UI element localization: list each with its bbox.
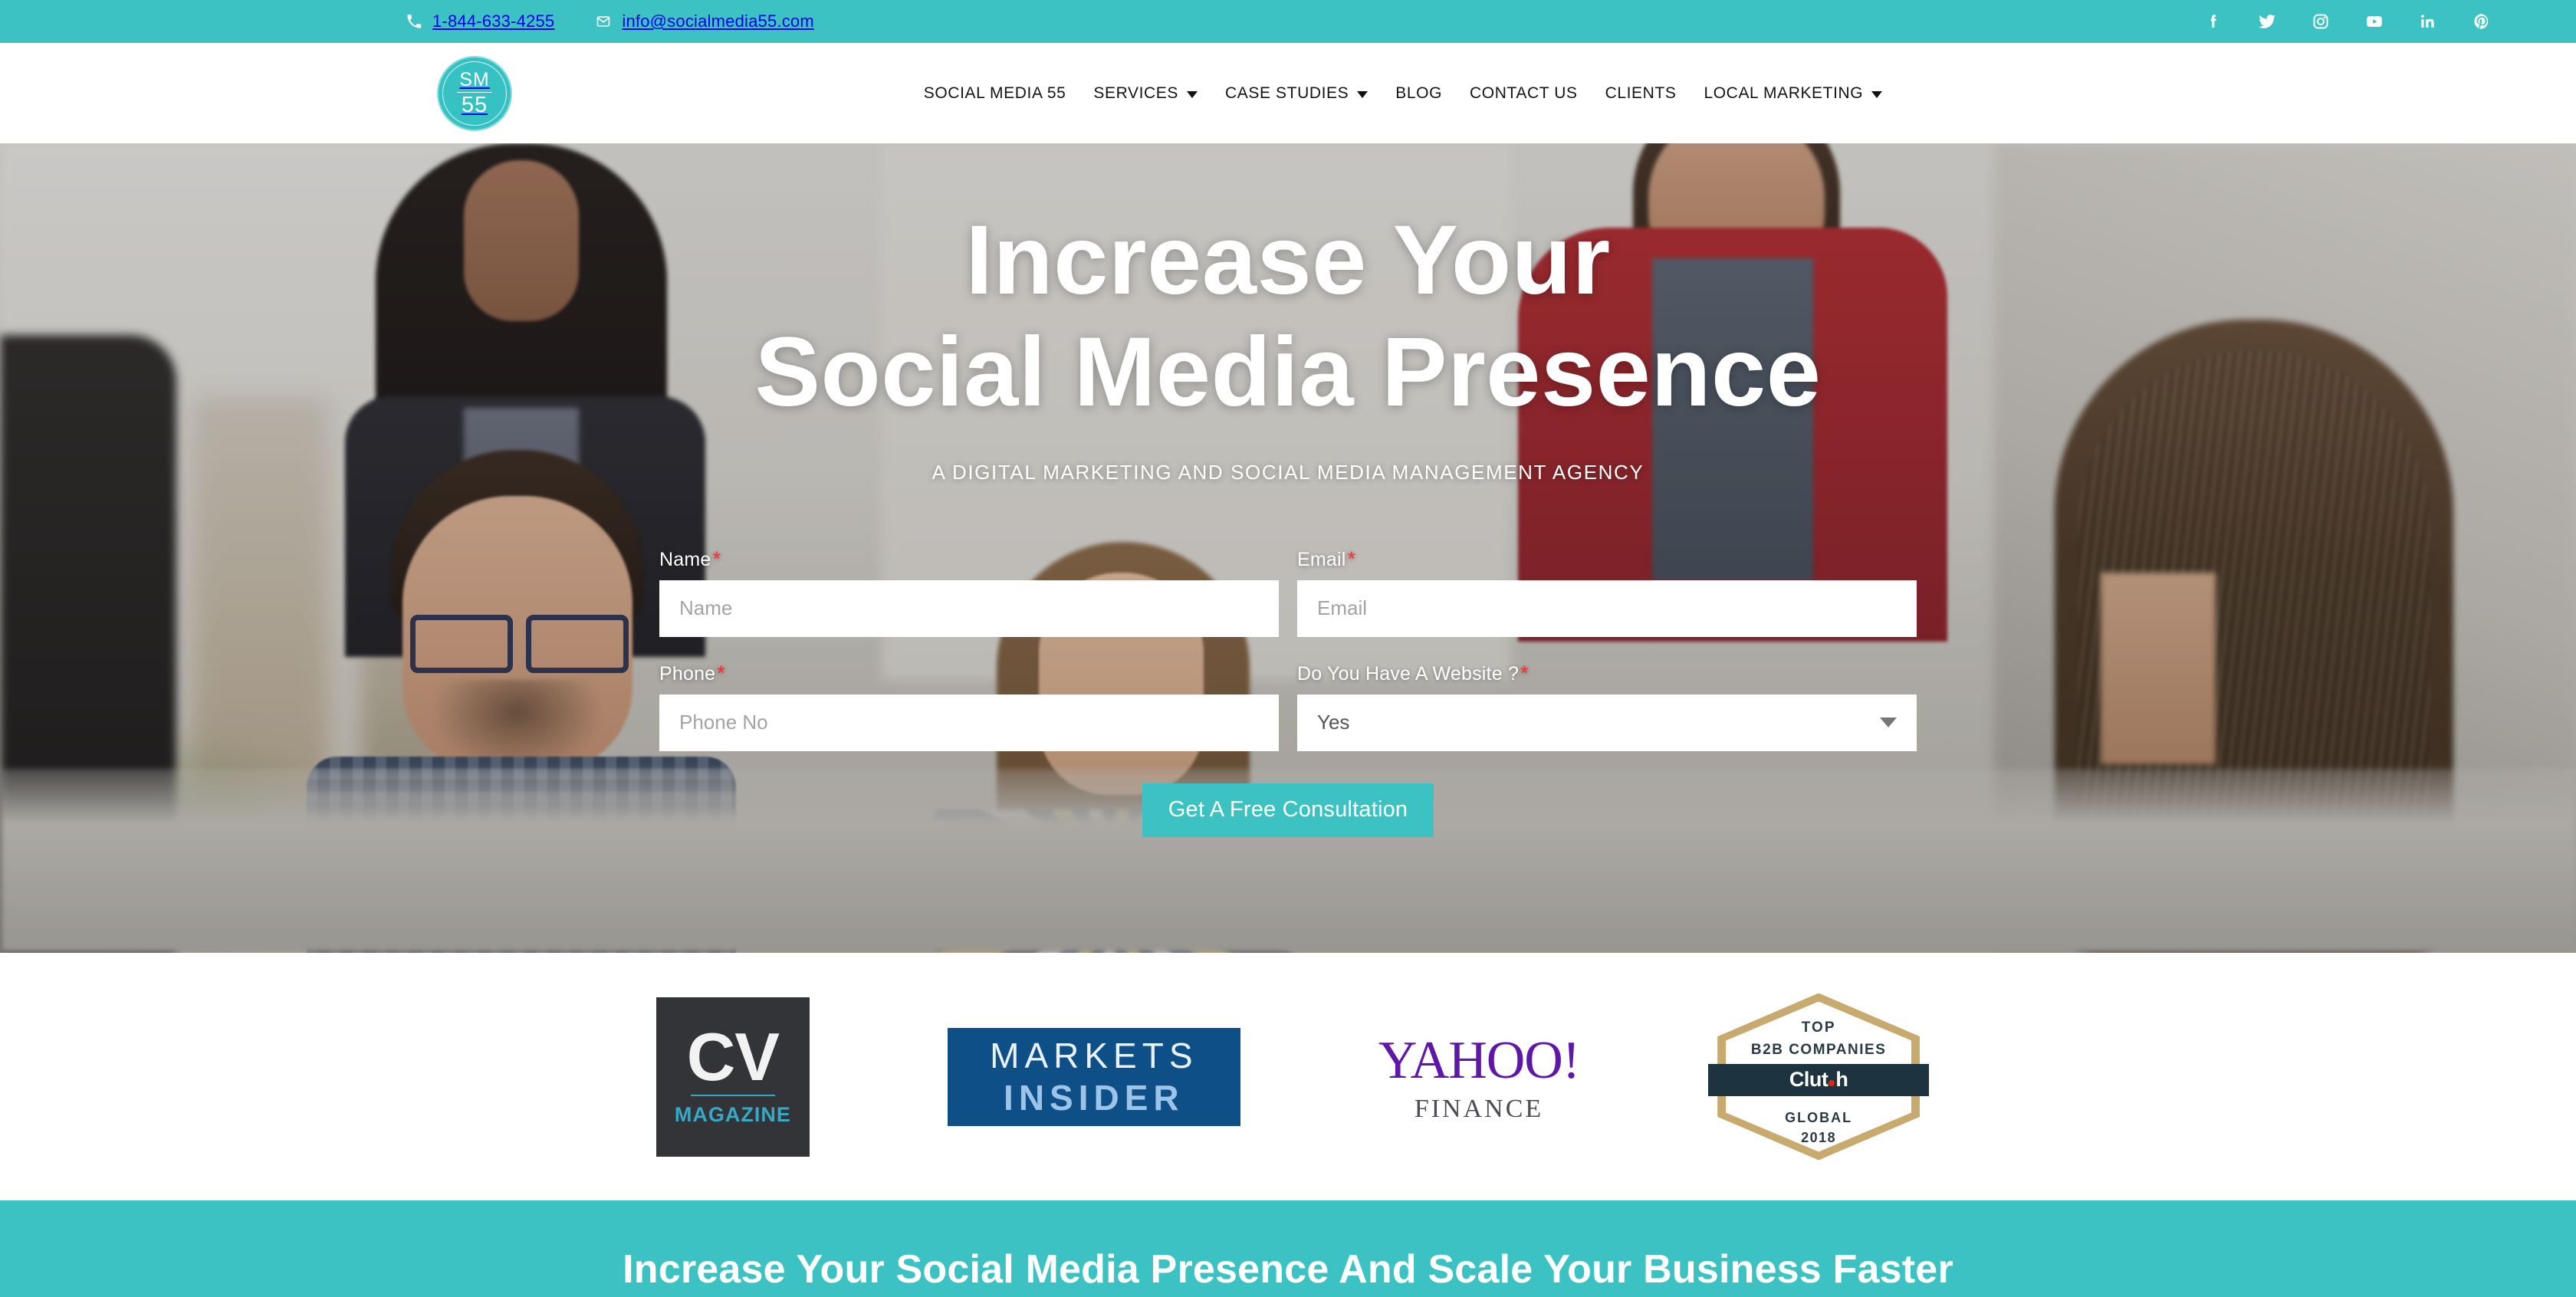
phone-label-text: Phone xyxy=(659,662,716,685)
nav-item-contact-us[interactable]: CONTACT US xyxy=(1456,84,1592,103)
twitter-icon[interactable] xyxy=(2257,11,2277,31)
nav-item-services[interactable]: SERVICES xyxy=(1079,84,1211,103)
yahoo-finance-logo: YAHOO! FINANCE xyxy=(1378,1030,1580,1124)
phone-field-group: Phone * xyxy=(659,661,1279,751)
hero-subheading: A DIGITAL MARKETING AND SOCIAL MEDIA MAN… xyxy=(932,460,1644,484)
cv-magazine-logo: CV MAGAZINE xyxy=(656,997,810,1157)
consultation-form: Name * Email * Phone * xyxy=(659,547,1917,837)
yahoo-finance-line2: FINANCE xyxy=(1414,1094,1544,1123)
markets-insider-line1: MARKETS xyxy=(990,1036,1198,1075)
website-select[interactable]: Yes xyxy=(1297,694,1917,751)
nav-label: SERVICES xyxy=(1093,84,1179,102)
clutch-badge: TOP B2B COMPANIES Clut h GLOBAL 2018 xyxy=(1708,993,1930,1161)
website-field-group: Do You Have A Website ? * Yes xyxy=(1297,661,1917,751)
phone-icon xyxy=(406,14,422,29)
markets-insider-logo: MARKETS INSIDER xyxy=(947,1027,1240,1126)
nav-label: CASE STUDIES xyxy=(1225,84,1349,102)
nav-item-clients[interactable]: CLIENTS xyxy=(1592,84,1691,103)
envelope-icon xyxy=(596,14,611,29)
pinterest-icon[interactable] xyxy=(2472,11,2492,31)
clutch-scope-label: GLOBAL xyxy=(1785,1109,1853,1125)
clutch-ribbon: Clut h xyxy=(1708,1063,1930,1096)
form-row-2: Phone * Do You Have A Website ? * Yes xyxy=(659,661,1917,751)
clutch-category-label: B2B COMPANIES xyxy=(1750,1041,1887,1058)
linkedin-icon[interactable] xyxy=(2418,11,2438,31)
required-asterisk: * xyxy=(1520,661,1529,685)
nav-item-social-media-55[interactable]: SOCIAL MEDIA 55 xyxy=(910,84,1080,103)
phone-label: Phone * xyxy=(659,661,1279,685)
get-free-consultation-button[interactable]: Get A Free Consultation xyxy=(1142,783,1434,837)
email-field-group: Email * xyxy=(1297,547,1917,637)
website-label: Do You Have A Website ? * xyxy=(1297,661,1917,685)
cv-magazine-rule xyxy=(690,1094,775,1096)
cv-magazine-subtitle: MAGAZINE xyxy=(674,1102,791,1126)
email-link[interactable]: info@socialmedia55.com xyxy=(596,11,814,31)
value-proposition-heading: Increase Your Social Media Presence And … xyxy=(623,1247,1953,1292)
youtube-icon[interactable] xyxy=(2364,11,2384,31)
cv-magazine-title: CV xyxy=(686,1019,780,1095)
required-asterisk: * xyxy=(717,661,726,685)
clutch-dot-icon xyxy=(1829,1080,1835,1086)
press-logo-strip: CV MAGAZINE MARKETS INSIDER YAHOO! FINAN… xyxy=(0,953,2576,1200)
page-title: Increase Your Social Media Presence xyxy=(755,205,1822,429)
email-label-text: Email xyxy=(1297,548,1346,570)
clutch-year-label: 2018 xyxy=(1801,1129,1837,1145)
email-label: Email * xyxy=(1297,547,1917,571)
markets-insider-line2: INSIDER xyxy=(1004,1078,1184,1118)
hero-heading-line1: Increase Your xyxy=(965,205,1611,315)
chevron-down-icon xyxy=(1357,90,1368,98)
nav-label: BLOG xyxy=(1395,84,1443,102)
value-proposition-section: Increase Your Social Media Presence And … xyxy=(0,1200,2576,1297)
phone-link[interactable]: 1-844-633-4255 xyxy=(406,11,554,31)
website-select-value: Yes xyxy=(1317,711,1350,734)
hero-heading-line2: Social Media Presence xyxy=(754,317,1822,427)
nav-item-case-studies[interactable]: CASE STUDIES xyxy=(1211,84,1382,103)
clutch-brand-post: h xyxy=(1835,1068,1848,1091)
website-label-text: Do You Have A Website ? xyxy=(1297,662,1520,685)
main-navigation: SOCIAL MEDIA 55 SERVICES CASE STUDIES BL… xyxy=(0,84,2576,103)
name-label-text: Name xyxy=(659,548,711,570)
hero-section: Increase Your Social Media Presence A DI… xyxy=(0,143,2576,953)
email-input[interactable] xyxy=(1297,580,1917,637)
name-label: Name * xyxy=(659,547,1279,571)
nav-item-blog[interactable]: BLOG xyxy=(1382,84,1456,103)
instagram-icon[interactable] xyxy=(2311,11,2331,31)
logo-text-top: SM xyxy=(459,68,490,90)
topbar-contact-group: 1-844-633-4255 info@socialmedia55.com xyxy=(406,11,814,31)
clutch-top-label: TOP xyxy=(1801,1019,1836,1036)
chevron-down-icon xyxy=(1880,717,1897,728)
chevron-down-icon xyxy=(1871,90,1883,98)
name-input[interactable] xyxy=(659,580,1279,637)
top-contact-bar: 1-844-633-4255 info@socialmedia55.com xyxy=(0,0,2576,43)
submit-row: Get A Free Consultation xyxy=(659,783,1917,837)
clutch-brand: Clut h xyxy=(1789,1068,1848,1092)
form-row-1: Name * Email * xyxy=(659,547,1917,637)
nav-label: SOCIAL MEDIA 55 xyxy=(923,84,1066,102)
nav-label: CLIENTS xyxy=(1605,84,1677,102)
yahoo-finance-line1: YAHOO! xyxy=(1378,1030,1580,1090)
required-asterisk: * xyxy=(712,547,721,570)
phone-input[interactable] xyxy=(659,694,1279,751)
phone-number: 1-844-633-4255 xyxy=(432,11,555,31)
clutch-brand-pre: Clut xyxy=(1789,1068,1829,1091)
chevron-down-icon xyxy=(1187,90,1198,98)
social-links xyxy=(2203,0,2492,43)
facebook-icon[interactable] xyxy=(2203,11,2223,31)
name-field-group: Name * xyxy=(659,547,1279,637)
nav-item-local-marketing[interactable]: LOCAL MARKETING xyxy=(1690,84,1896,103)
site-header: SM 55 SOCIAL MEDIA 55 SERVICES CASE STUD… xyxy=(0,43,2576,143)
required-asterisk: * xyxy=(1347,547,1356,570)
nav-label: CONTACT US xyxy=(1470,84,1578,102)
nav-label: LOCAL MARKETING xyxy=(1704,84,1864,102)
logo-text-bottom: 55 xyxy=(461,93,488,118)
email-address: info@socialmedia55.com xyxy=(622,11,814,31)
